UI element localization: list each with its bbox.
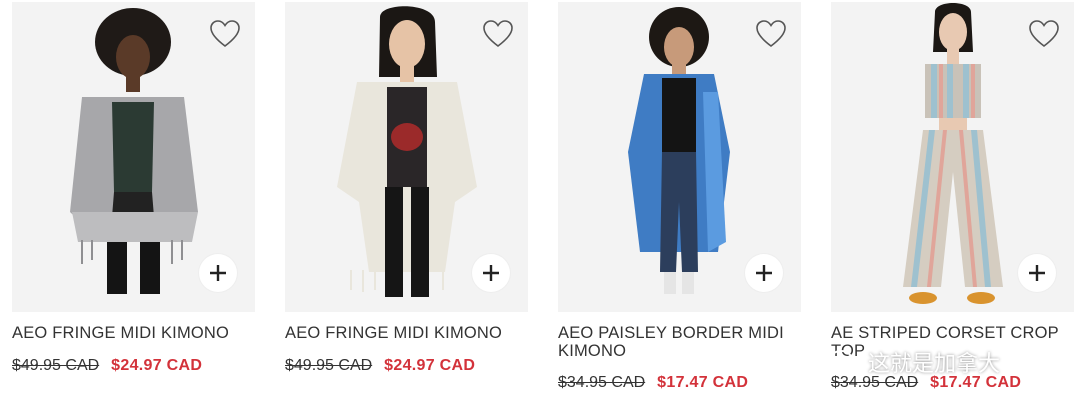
product-card[interactable]: AEO FRINGE MIDI KIMONO $49.95 CAD $24.97 … — [12, 0, 255, 413]
sale-price: $17.47 CAD — [657, 374, 749, 391]
heart-icon — [483, 20, 513, 48]
product-card[interactable]: AEO FRINGE MIDI KIMONO $49.95 CAD $24.97 … — [285, 0, 528, 413]
add-to-bag-button[interactable] — [472, 254, 510, 292]
add-to-bag-button[interactable] — [199, 254, 237, 292]
favorite-button[interactable] — [482, 18, 514, 50]
favorite-button[interactable] — [1028, 18, 1060, 50]
watermark-text: 这就是加拿大 — [868, 351, 1001, 376]
watermark: 这就是加拿大 — [828, 344, 1058, 380]
plus-icon — [483, 265, 499, 281]
original-price: $49.95 CAD — [285, 357, 373, 374]
product-card[interactable]: AEO PAISLEY BORDER MIDI KIMONO $34.95 CA… — [558, 0, 801, 413]
product-image[interactable] — [558, 2, 801, 312]
heart-icon — [210, 20, 240, 48]
original-price: $49.95 CAD — [12, 357, 100, 374]
product-image[interactable] — [12, 2, 255, 312]
price-row: $49.95 CAD $24.97 CAD — [12, 357, 202, 375]
product-name[interactable]: AEO FRINGE MIDI KIMONO — [12, 324, 255, 342]
original-price: $34.95 CAD — [558, 374, 646, 391]
heart-icon — [1029, 20, 1059, 48]
favorite-button[interactable] — [209, 18, 241, 50]
sale-price: $24.97 CAD — [111, 357, 203, 374]
product-name[interactable]: AEO PAISLEY BORDER MIDI KIMONO — [558, 324, 801, 360]
add-to-bag-button[interactable] — [1018, 254, 1056, 292]
add-to-bag-button[interactable] — [745, 254, 783, 292]
sale-price: $24.97 CAD — [384, 357, 476, 374]
heart-icon — [756, 20, 786, 48]
plus-icon — [210, 265, 226, 281]
plus-icon — [1029, 265, 1045, 281]
product-image[interactable] — [831, 2, 1074, 312]
favorite-button[interactable] — [755, 18, 787, 50]
chat-bubble-icon — [829, 350, 861, 373]
product-name[interactable]: AEO FRINGE MIDI KIMONO — [285, 324, 528, 342]
price-row: $49.95 CAD $24.97 CAD — [285, 357, 475, 375]
product-image[interactable] — [285, 2, 528, 312]
plus-icon — [756, 265, 772, 281]
price-row: $34.95 CAD $17.47 CAD — [558, 374, 748, 392]
